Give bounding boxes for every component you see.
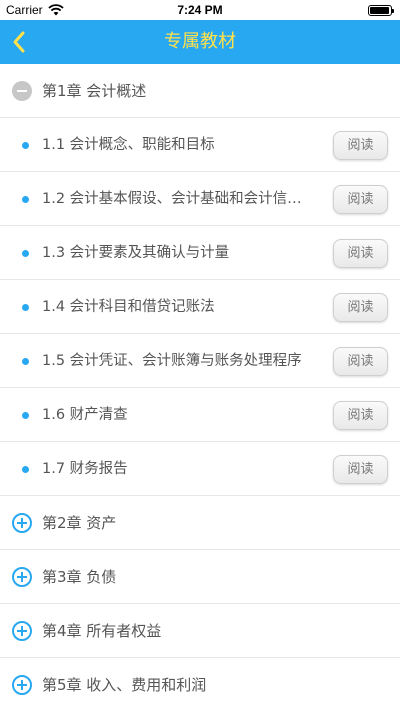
- section-label: 1.4 会计科目和借贷记账法: [42, 299, 215, 315]
- bullet-icon: [22, 196, 29, 203]
- read-button[interactable]: 阅读: [333, 185, 388, 214]
- section-row: 1.3 会计要素及其确认与计量 阅读: [0, 226, 400, 280]
- chapter-label: 第4章 所有者权益: [42, 622, 162, 640]
- read-button[interactable]: 阅读: [333, 131, 388, 160]
- section-row: 1.2 会计基本假设、会计基础和会计信息质量要求 阅读: [0, 172, 400, 226]
- section-label: 1.5 会计凭证、会计账簿与账务处理程序: [42, 353, 302, 369]
- bullet-icon: [22, 250, 29, 257]
- status-time: 7:24 PM: [177, 3, 223, 17]
- chapter-row-1[interactable]: 第1章 会计概述: [0, 64, 400, 118]
- section-row: 1.6 财产清查 阅读: [0, 388, 400, 442]
- battery-icon: [368, 5, 394, 16]
- chapter-row-5[interactable]: 第5章 收入、费用和利润: [0, 658, 400, 710]
- section-row: 1.5 会计凭证、会计账簿与账务处理程序 阅读: [0, 334, 400, 388]
- page-title: 专属教材: [164, 31, 236, 52]
- read-button[interactable]: 阅读: [333, 401, 388, 430]
- chapter-list: 第1章 会计概述 1.1 会计概念、职能和目标 阅读 1.2 会计基本假设、会计…: [0, 64, 400, 710]
- back-button[interactable]: [8, 24, 52, 60]
- chapter-label: 第1章 会计概述: [42, 82, 147, 100]
- expand-icon: [12, 567, 32, 587]
- read-button[interactable]: 阅读: [333, 293, 388, 322]
- collapse-icon: [12, 81, 32, 101]
- read-button[interactable]: 阅读: [333, 347, 388, 376]
- nav-bar: 专属教材: [0, 20, 400, 64]
- chapter-label: 第5章 收入、费用和利润: [42, 676, 207, 694]
- bullet-icon: [22, 412, 29, 419]
- status-bar: Carrier 7:24 PM: [0, 0, 400, 20]
- chapter-row-4[interactable]: 第4章 所有者权益: [0, 604, 400, 658]
- section-label: 1.1 会计概念、职能和目标: [42, 137, 215, 153]
- bullet-icon: [22, 466, 29, 473]
- section-label: 1.2 会计基本假设、会计基础和会计信息质量要求: [42, 191, 310, 207]
- section-label: 1.7 财务报告: [42, 461, 128, 477]
- section-label: 1.6 财产清查: [42, 407, 128, 423]
- chevron-left-icon: [13, 31, 25, 53]
- expand-icon: [12, 513, 32, 533]
- chapter-row-2[interactable]: 第2章 资产: [0, 496, 400, 550]
- bullet-icon: [22, 304, 29, 311]
- section-label: 1.3 会计要素及其确认与计量: [42, 245, 230, 261]
- expand-icon: [12, 621, 32, 641]
- section-row: 1.4 会计科目和借贷记账法 阅读: [0, 280, 400, 334]
- bullet-icon: [22, 142, 29, 149]
- chapter-label: 第2章 资产: [42, 514, 117, 532]
- bullet-icon: [22, 358, 29, 365]
- read-button[interactable]: 阅读: [333, 239, 388, 268]
- section-row: 1.7 财务报告 阅读: [0, 442, 400, 496]
- section-row: 1.1 会计概念、职能和目标 阅读: [0, 118, 400, 172]
- expand-icon: [12, 675, 32, 695]
- chapter-label: 第3章 负债: [42, 568, 117, 586]
- chapter-row-3[interactable]: 第3章 负债: [0, 550, 400, 604]
- read-button[interactable]: 阅读: [333, 455, 388, 484]
